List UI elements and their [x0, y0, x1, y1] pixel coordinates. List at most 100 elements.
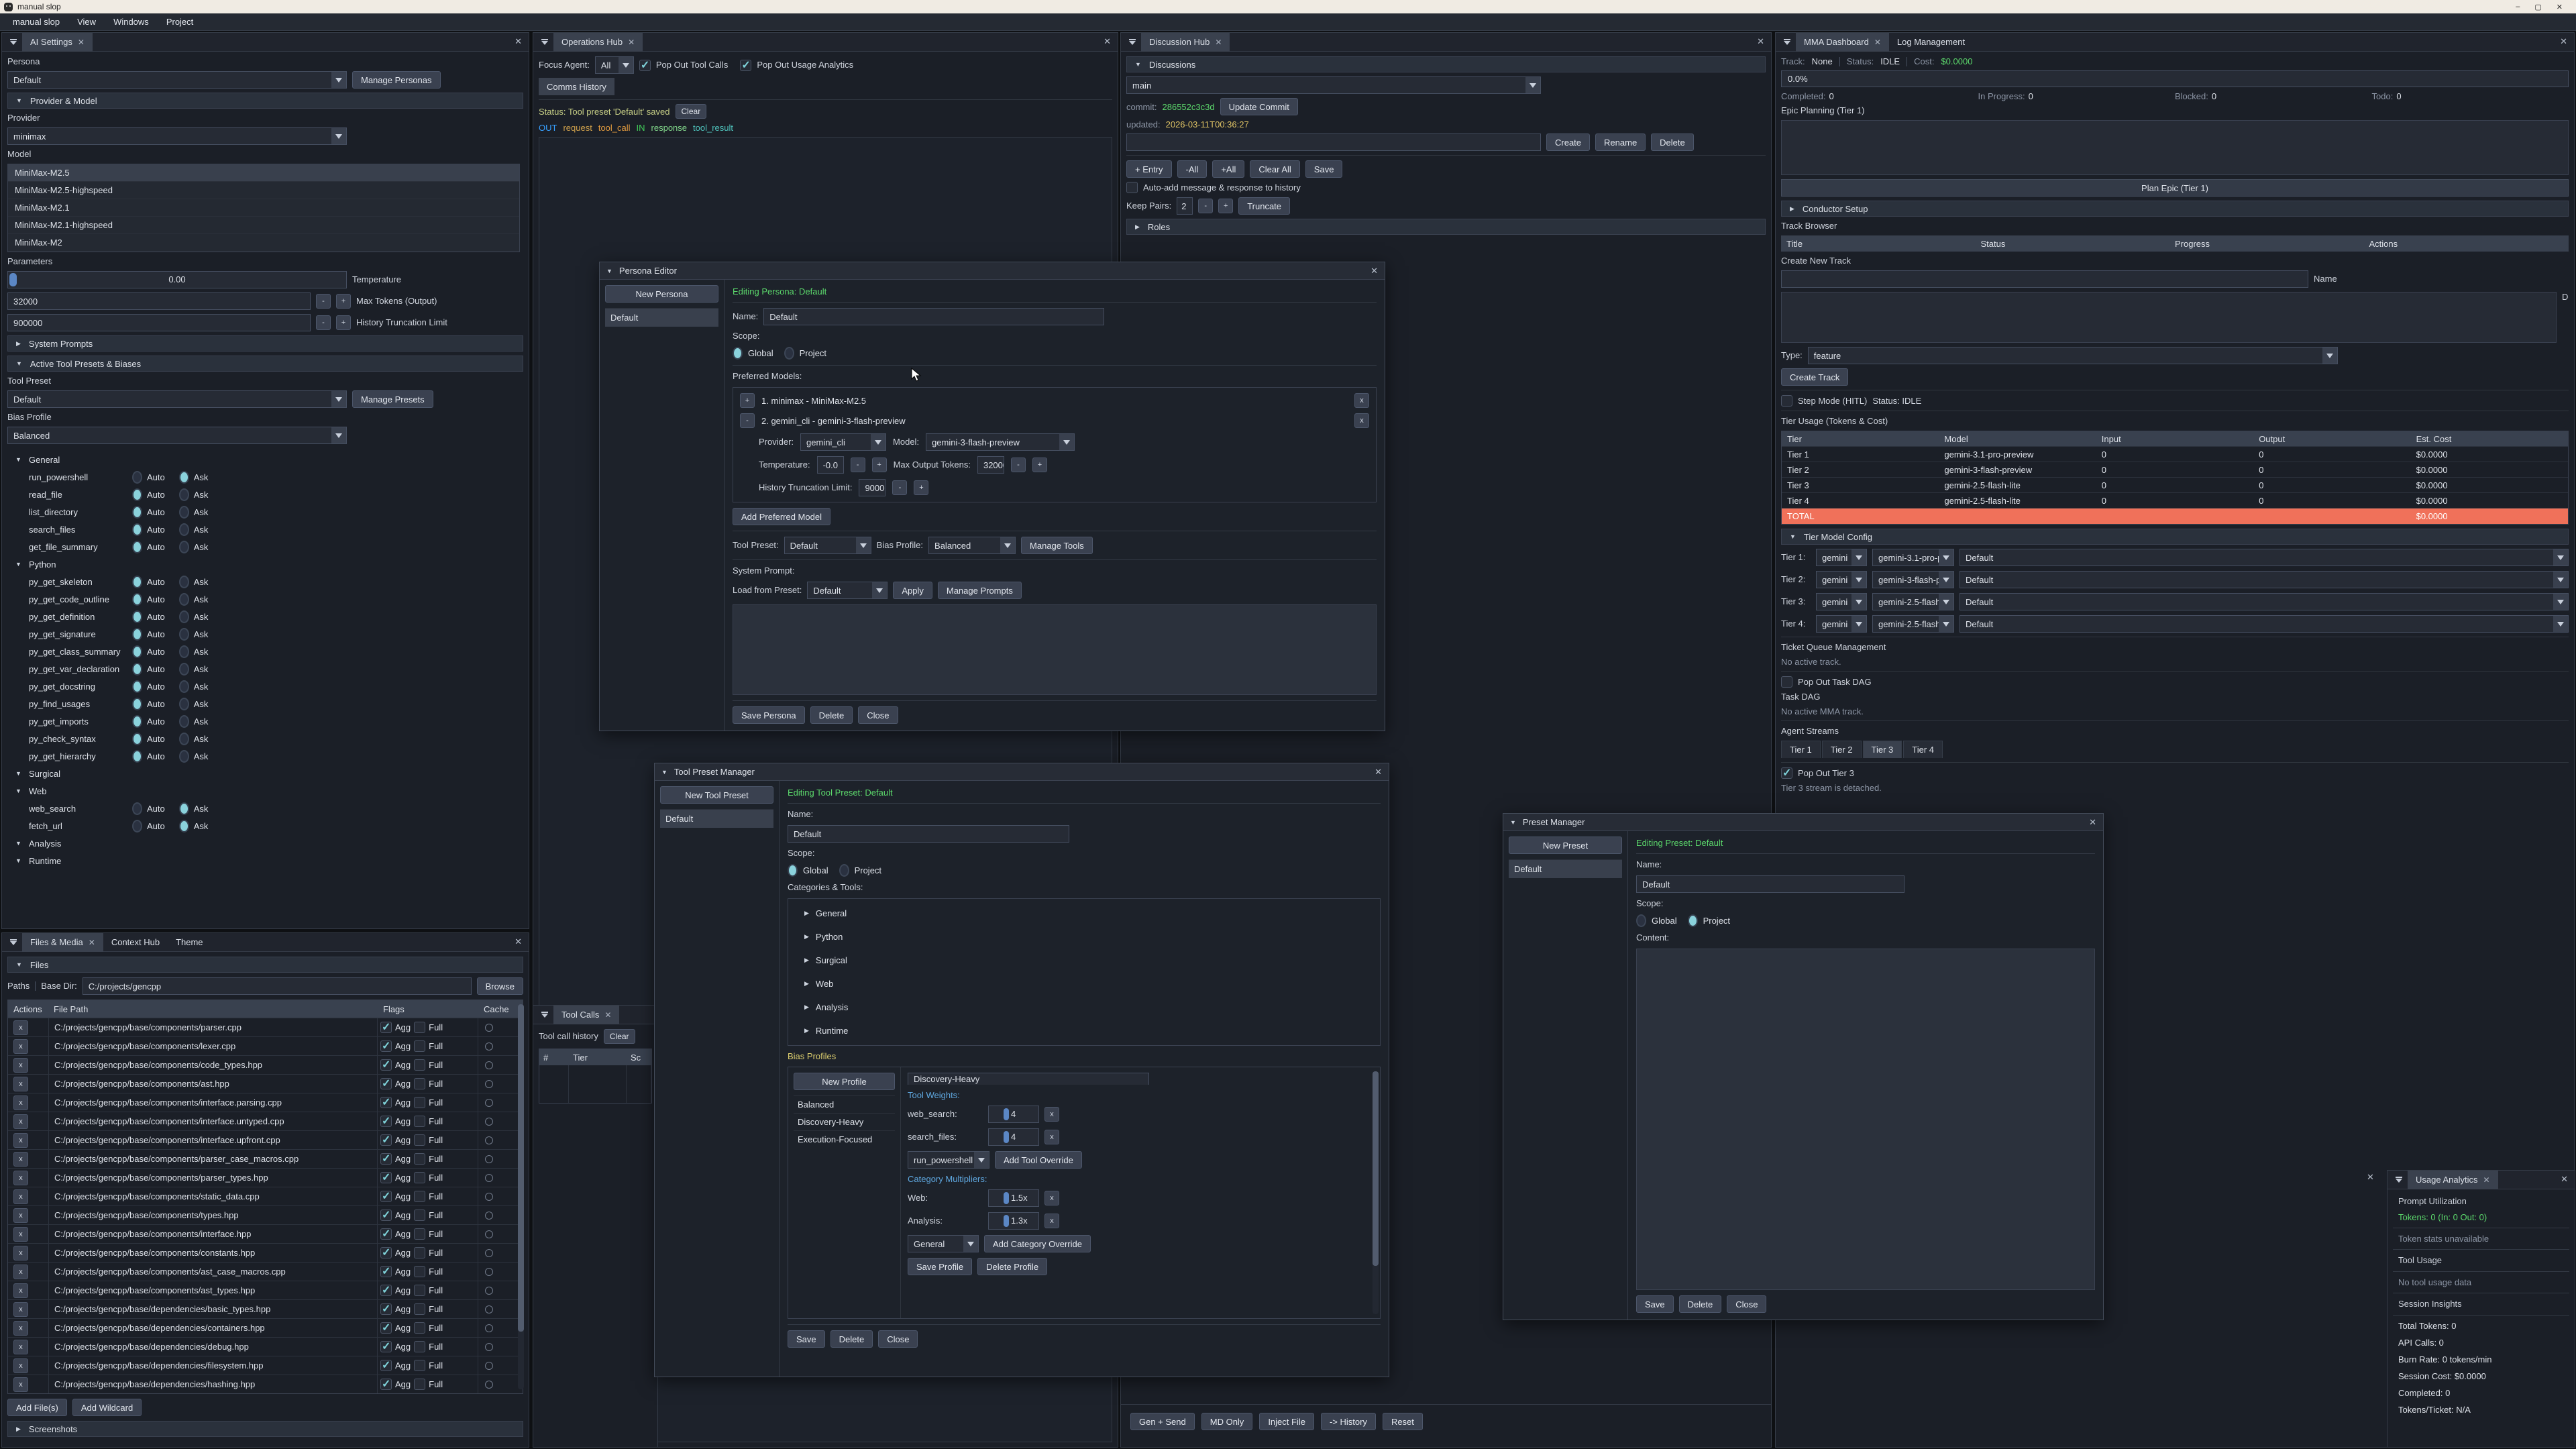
ask-radio[interactable]	[179, 593, 189, 606]
manage-personas-button[interactable]: Manage Personas	[352, 71, 441, 89]
ask-radio[interactable]	[179, 488, 189, 501]
ask-radio[interactable]	[179, 523, 189, 536]
full-checkbox[interactable]	[414, 1191, 425, 1202]
pop-out-tool-calls-checkbox[interactable]	[639, 60, 651, 71]
auto-radio[interactable]	[132, 610, 142, 623]
agg-checkbox[interactable]	[380, 1078, 392, 1089]
agg-checkbox[interactable]	[380, 1303, 392, 1315]
remove-multiplier-button[interactable]: x	[1044, 1214, 1059, 1228]
pm-max-out-increment[interactable]: +	[1032, 458, 1047, 472]
agg-checkbox[interactable]	[380, 1040, 392, 1052]
group-collapse-icon[interactable]: ▼	[15, 857, 25, 864]
panel-close-icon[interactable]: ✕	[2561, 1174, 2568, 1185]
agg-checkbox[interactable]	[380, 1379, 392, 1390]
agg-checkbox[interactable]	[380, 1285, 392, 1296]
tool-weight-slider[interactable]: 4	[988, 1106, 1039, 1123]
category-multiplier-slider[interactable]: 1.3x	[988, 1212, 1039, 1230]
add-files-button[interactable]: Add File(s)	[7, 1399, 67, 1416]
tier-preset-select[interactable]: Default	[1960, 593, 2569, 610]
auto-radio[interactable]	[132, 820, 142, 833]
keep-pairs-decrement-button[interactable]: -	[1198, 199, 1213, 213]
category-node[interactable]: ▶ Web	[795, 975, 1373, 993]
save-profile-button[interactable]: Save Profile	[908, 1258, 972, 1275]
full-checkbox[interactable]	[414, 1210, 425, 1221]
group-collapse-icon[interactable]: ▼	[15, 840, 25, 847]
panel-collapse-icon[interactable]	[1778, 35, 1796, 50]
ask-radio[interactable]	[179, 733, 189, 745]
conductor-setup-header[interactable]: ▶ Conductor Setup	[1781, 201, 2569, 217]
move-model-up-button[interactable]: -	[740, 413, 755, 428]
close-tool-preset-manager-button[interactable]: Close	[878, 1330, 918, 1348]
auto-radio[interactable]	[132, 576, 142, 588]
auto-radio[interactable]	[132, 541, 142, 553]
panel-collapse-icon[interactable]	[5, 35, 22, 50]
agg-checkbox[interactable]	[380, 1134, 392, 1146]
remove-file-button[interactable]: x	[13, 1208, 28, 1223]
persona-select[interactable]: Default	[7, 71, 347, 89]
persona-name-input[interactable]: Default	[763, 308, 1104, 325]
manage-prompts-button[interactable]: Manage Prompts	[938, 582, 1022, 599]
add-wildcard-button[interactable]: Add Wildcard	[72, 1399, 142, 1416]
tier-preset-select[interactable]: Default	[1960, 571, 2569, 588]
clear-tool-calls-button[interactable]: Clear	[604, 1029, 635, 1044]
create-track-button[interactable]: Create Track	[1781, 368, 1848, 386]
tier-preset-select[interactable]: Default	[1960, 615, 2569, 633]
menu-item[interactable]: Windows	[105, 17, 158, 27]
tab-comms-history[interactable]: Comms History	[539, 78, 614, 95]
full-checkbox[interactable]	[414, 1303, 425, 1315]
stream-tab[interactable]: Tier 3	[1863, 741, 1902, 758]
delete-tool-preset-button[interactable]: Delete	[830, 1330, 873, 1348]
pe-tool-preset-select[interactable]: Default	[784, 537, 871, 554]
menu-item[interactable]: manual slop	[4, 17, 68, 27]
history-limit-decrement-button[interactable]: -	[316, 315, 331, 330]
auto-radio[interactable]	[132, 663, 142, 676]
agg-checkbox[interactable]	[380, 1322, 392, 1334]
slider-handle[interactable]	[1004, 1108, 1009, 1120]
profile-name-input[interactable]: Discovery-Heavy	[908, 1073, 1149, 1085]
category-node[interactable]: ▶ Analysis	[795, 998, 1373, 1016]
agg-checkbox[interactable]	[380, 1153, 392, 1165]
auto-radio[interactable]	[132, 698, 142, 710]
full-checkbox[interactable]	[414, 1172, 425, 1183]
remove-file-button[interactable]: x	[13, 1039, 28, 1054]
ask-radio[interactable]	[179, 471, 189, 484]
tool-preset-select[interactable]: Default	[7, 390, 347, 408]
agg-checkbox[interactable]	[380, 1360, 392, 1371]
remove-weight-button[interactable]: x	[1044, 1107, 1059, 1122]
load-from-preset-select[interactable]: Default	[807, 582, 888, 599]
rename-discussion-button[interactable]: Rename	[1595, 133, 1646, 151]
composer-button[interactable]: MD Only	[1201, 1413, 1253, 1430]
category-node[interactable]: ▶ Python	[795, 928, 1373, 946]
entry-action-button[interactable]: Save	[1305, 160, 1343, 178]
remove-file-button[interactable]: x	[13, 1095, 28, 1110]
tier-model-select[interactable]: gemini-2.5-flash-lite	[1872, 615, 1954, 633]
full-checkbox[interactable]	[414, 1228, 425, 1240]
tier-provider-select[interactable]: gemini	[1816, 615, 1867, 633]
detached-panel-close-icon[interactable]: ✕	[2367, 1172, 2374, 1183]
ask-radio[interactable]	[179, 610, 189, 623]
tab-mma-dashboard[interactable]: MMA Dashboard ✕	[1796, 33, 1889, 52]
slider-handle[interactable]	[1004, 1131, 1009, 1143]
active-presets-section-header[interactable]: ▼ Active Tool Presets & Biases	[7, 356, 523, 372]
remove-file-button[interactable]: x	[13, 1189, 28, 1204]
pop-out-tier3-checkbox[interactable]	[1781, 767, 1792, 779]
panel-collapse-icon[interactable]	[536, 1008, 553, 1022]
new-preset-button[interactable]: New Preset	[1509, 837, 1622, 854]
discussion-select[interactable]: main	[1126, 76, 1541, 94]
provider-model-section-header[interactable]: ▼ Provider & Model	[7, 93, 523, 109]
tab-close-icon[interactable]: ✕	[1874, 38, 1881, 47]
panel-collapse-icon[interactable]	[2390, 1173, 2408, 1187]
truncate-button[interactable]: Truncate	[1238, 197, 1290, 215]
agg-checkbox[interactable]	[380, 1210, 392, 1221]
full-checkbox[interactable]	[414, 1360, 425, 1371]
scope-project-radio[interactable]	[839, 864, 849, 877]
stream-tab[interactable]: Tier 2	[1822, 741, 1862, 758]
persona-editor-titlebar[interactable]: ▼ Persona Editor ✕	[600, 262, 1385, 280]
auto-radio[interactable]	[132, 628, 142, 641]
agg-checkbox[interactable]	[380, 1266, 392, 1277]
auto-radio[interactable]	[132, 506, 142, 519]
slider-handle[interactable]	[1004, 1192, 1009, 1204]
composer-button[interactable]: Gen + Send	[1130, 1413, 1195, 1430]
new-persona-button[interactable]: New Persona	[605, 285, 718, 303]
tier-provider-select[interactable]: gemini	[1816, 593, 1867, 610]
